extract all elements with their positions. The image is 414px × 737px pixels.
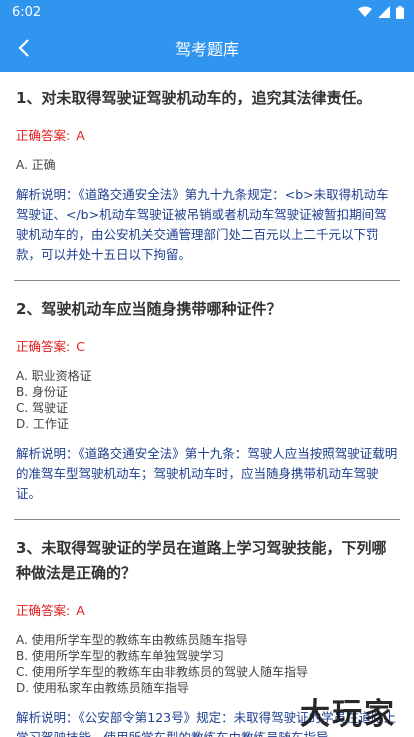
option-b: B. 身份证 (16, 385, 68, 399)
divider (14, 519, 400, 520)
option-a: A. 正确 (16, 158, 56, 172)
divider (14, 280, 400, 281)
explanation-text: 解析说明：《道路交通安全法》第九十九条规定：<b>未取得机动车驾驶证、</b>机… (16, 187, 389, 262)
options-list: A. 正确 (16, 157, 398, 173)
status-icons (358, 5, 404, 19)
question-item: 1、对未取得驾驶证驾驶机动车的，追究其法律责任。 正确答案: A A. 正确 解… (0, 72, 414, 265)
question-title: 1、对未取得驾驶证驾驶机动车的，追究其法律责任。 (16, 89, 372, 107)
answer-value: A (76, 603, 85, 618)
answer-label: 正确答案: (16, 128, 71, 143)
options-list: A. 使用所学车型的教练车由教练员随车指导 B. 使用所学车型的教练车单独驾驶学… (16, 632, 398, 696)
status-time: 6:02 (12, 4, 42, 20)
answer-label: 正确答案: (16, 339, 71, 354)
back-arrow-icon (18, 39, 29, 57)
signal-icon (378, 6, 390, 18)
explanation-text: 解析说明：《道路交通安全法》第十九条：驾驶人应当按照驾驶证载明的准驾车型驾驶机动… (16, 446, 398, 501)
option-c: C. 驾驶证 (16, 401, 69, 415)
option-b: B. 使用所学车型的教练车单独驾驶学习 (16, 649, 224, 663)
question-title: 3、未取得驾驶证的学员在道路上学习驾驶技能，下列哪种做法是正确的？ (16, 539, 387, 582)
correct-answer: 正确答案: A (16, 125, 398, 144)
option-a: A. 职业资格证 (16, 369, 92, 383)
option-d: D. 工作证 (16, 417, 69, 431)
question-list[interactable]: 1、对未取得驾驶证驾驶机动车的，追究其法律责任。 正确答案: A A. 正确 解… (0, 72, 414, 737)
watermark-logo: 大玩家 (300, 697, 396, 732)
wifi-icon (358, 6, 372, 17)
correct-answer: 正确答案: A (16, 600, 398, 619)
question-title: 2、驾驶机动车应当随身携带哪种证件？ (16, 300, 282, 318)
option-a: A. 使用所学车型的教练车由教练员随车指导 (16, 633, 248, 647)
app-bar: 驾考题库 (0, 24, 414, 72)
answer-value: A (76, 128, 85, 143)
correct-answer: 正确答案: C (16, 336, 398, 355)
question-item: 2、驾驶机动车应当随身携带哪种证件？ 正确答案: C A. 职业资格证 B. 身… (0, 297, 414, 504)
page-title: 驾考题库 (174, 40, 239, 59)
answer-label: 正确答案: (16, 603, 71, 618)
battery-icon (396, 5, 404, 19)
options-list: A. 职业资格证 B. 身份证 C. 驾驶证 D. 工作证 (16, 368, 398, 432)
answer-value: C (76, 339, 85, 354)
status-bar: 6:02 (0, 0, 414, 24)
option-c: C. 使用所学车型的教练车由非教练员的驾驶人随车指导 (16, 665, 309, 679)
back-button[interactable] (0, 24, 48, 72)
